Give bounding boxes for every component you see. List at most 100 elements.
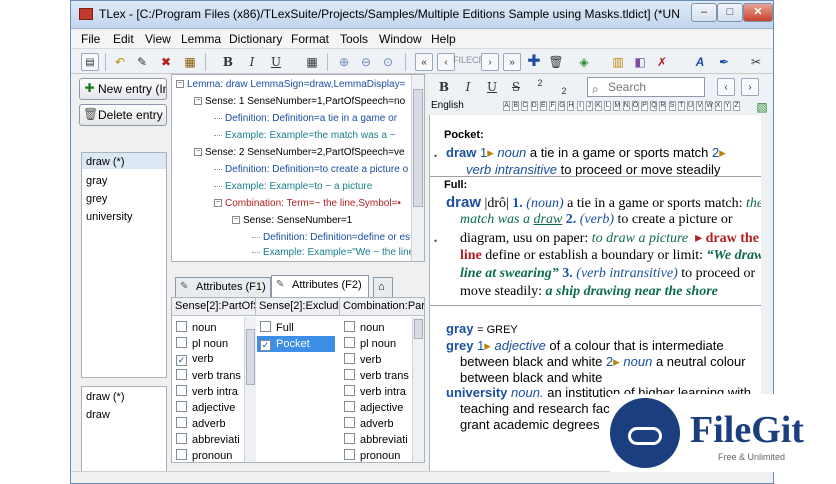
checkbox-noun[interactable]: noun [344,321,384,334]
superscript-button[interactable]: 2 [531,78,549,96]
menu-format[interactable]: Format [291,32,329,46]
tree-node-example[interactable]: Example: Example="We ~ the line [252,247,414,258]
preview-italic-button[interactable]: I [459,78,477,96]
scrollbar-thumb[interactable] [414,319,423,339]
checkbox-adverb[interactable]: adverb [344,417,394,430]
letter-m-button[interactable]: M [613,101,621,111]
lemma-tree[interactable]: − Lemma: draw LemmaSign=draw,LemmaDisplay… [171,74,425,262]
checkbox-verb[interactable]: ✓ verb [176,353,213,366]
dictionary-icon[interactable]: ▦ [181,53,199,71]
prev-result-icon[interactable]: ‹ [717,78,735,96]
delete-icon[interactable]: ✖ [157,53,175,71]
tree-node-definition[interactable]: Definition: Definition=define or es [252,232,410,243]
grid-icon[interactable]: ▦ [303,53,321,71]
letter-i-button[interactable]: I [576,101,584,111]
list-item[interactable]: draw (*) [86,156,125,168]
save-icon[interactable]: ▤ [81,53,99,71]
underline-button[interactable]: U [267,53,285,71]
list-item[interactable]: draw [86,409,110,421]
checkbox-adverb[interactable]: adverb [176,417,226,430]
letter-b-button[interactable]: B [512,101,520,111]
next-result-icon[interactable]: › [741,78,759,96]
checkbox-noun[interactable]: noun [176,321,216,334]
search-input[interactable]: ⌕ Search [587,77,705,97]
checkbox-adjective[interactable]: adjective [176,401,235,414]
checkbox-verb-trans[interactable]: verb trans [344,369,409,382]
checkbox-pl-noun[interactable]: pl noun [176,337,228,350]
letter-u-button[interactable]: U [687,101,694,111]
list-item[interactable]: university [86,211,132,223]
letter-k-button[interactable]: K [595,101,602,111]
letter-r-button[interactable]: R [659,101,667,111]
checkbox-adjective[interactable]: adjective [344,401,403,414]
italic-button[interactable]: I [243,53,261,71]
bold-button[interactable]: B [219,53,237,71]
undo-icon[interactable]: ↶ [111,53,129,71]
tree-node-combination[interactable]: − Combination: Term=~ the line,Symbol=• [214,198,401,209]
checkbox-pronoun[interactable]: pronoun [176,449,232,462]
list-item[interactable]: gray [86,175,107,187]
preview-bold-button[interactable]: B [435,78,453,96]
checkbox-pronoun[interactable]: pronoun [344,449,400,462]
checkbox-pl-noun[interactable]: pl noun [344,337,396,350]
last-icon[interactable]: » [503,53,521,71]
tree-node-sense[interactable]: − Sense: 2 SenseNumber=2,PartOfSpeech=ve [194,147,405,158]
settings-icon[interactable]: ✂ [747,53,765,71]
checkbox-full[interactable]: Full [260,321,294,334]
preview-underline-button[interactable]: U [483,78,501,96]
letter-d-button[interactable]: D [530,101,538,111]
font-icon[interactable]: A [691,53,709,71]
letter-v-button[interactable]: V [696,101,704,111]
letter-z-button[interactable]: Z [733,101,740,111]
letter-g-button[interactable]: G [558,101,566,111]
tab-attributes-f2[interactable]: ✎ Attributes (F2) [271,275,369,297]
column-scrollbar[interactable] [244,317,256,462]
tree-node-example[interactable]: Example: Example=the match was a ~ [214,130,396,141]
statistics-icon[interactable]: ◧ [631,53,649,71]
checkbox-verb-trans[interactable]: verb trans [176,369,241,382]
pen-icon[interactable]: ✒ [715,53,733,71]
strikethrough-button[interactable]: S [507,78,525,96]
letter-p-button[interactable]: P [641,101,648,111]
tree-vertical-scrollbar[interactable] [411,75,424,261]
next-icon[interactable]: › [481,53,499,71]
list-item[interactable]: grey [86,193,107,205]
chart-icon[interactable]: ▥ [609,53,627,71]
trash-icon[interactable]: 🗑 [547,53,565,71]
letter-f-button[interactable]: F [549,101,556,111]
menu-window[interactable]: Window [379,32,422,46]
letter-x-button[interactable]: X [714,101,722,111]
letter-s-button[interactable]: S [668,101,676,111]
checkbox-verb[interactable]: verb [344,353,381,366]
tab-more[interactable]: ⌂ [373,277,393,297]
column-header[interactable]: Sense[2]:Exclude [256,298,340,316]
zoom-in-icon[interactable]: ⊕ [335,53,353,71]
checkbox-abbreviation[interactable]: abbreviati [176,433,240,446]
menu-lemma[interactable]: Lemma [181,32,221,46]
menu-edit[interactable]: Edit [113,32,134,46]
menu-help[interactable]: Help [431,32,456,46]
zoom-out-icon[interactable]: ⊖ [357,53,375,71]
letter-n-button[interactable]: N [622,101,630,111]
add-icon[interactable]: ✚ [525,53,543,71]
menu-view[interactable]: View [145,32,171,46]
new-entry-button[interactable]: ✚ New entry (Ins) [79,78,167,100]
checkbox-verb-intra[interactable]: verb intra [176,385,238,398]
letter-c-button[interactable]: C [521,101,529,111]
checkbox-verb-intra[interactable]: verb intra [344,385,406,398]
maximize-button[interactable]: □ [717,3,743,22]
letter-e-button[interactable]: E [539,101,547,111]
column-header[interactable]: Sense[2]:PartOfS [172,298,256,316]
checkbox-pocket[interactable]: ✓ Pocket [257,336,335,352]
tree-node-example[interactable]: Example: Example=to ~ a picture [214,181,372,192]
new-entry-icon[interactable]: ✎ [133,53,151,71]
letter-o-button[interactable]: O [631,101,639,111]
scrollbar-thumb[interactable] [246,329,255,385]
first-icon[interactable]: « [415,53,433,71]
google-icon[interactable]: ◈ [575,53,593,71]
menu-tools[interactable]: Tools [340,32,368,46]
letter-q-button[interactable]: Q [650,101,658,111]
tree-node-definition[interactable]: Definition: Definition=to create a pictu… [214,164,408,175]
tree-node-definition[interactable]: Definition: Definition=a tie in a game o… [214,113,397,124]
tree-node-sense[interactable]: − Sense: SenseNumber=1 [232,215,352,226]
